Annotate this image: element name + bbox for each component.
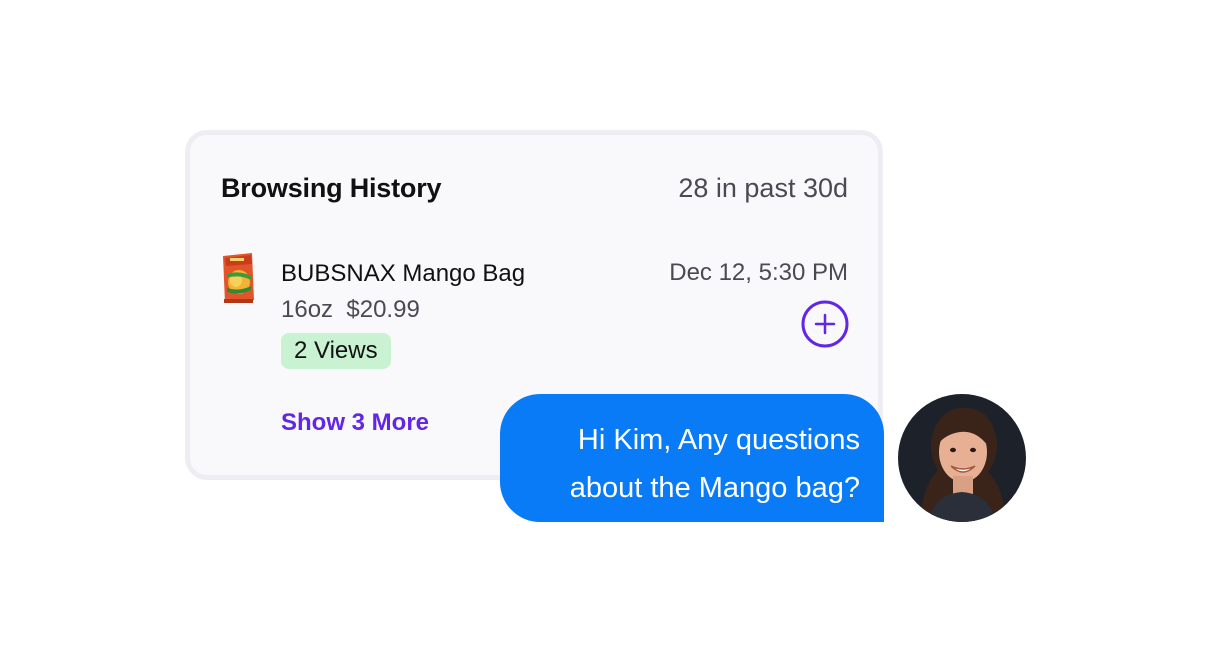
- stage: Browsing History 28 in past 30d BUBSNAX …: [0, 0, 1212, 652]
- add-product-button[interactable]: [801, 300, 849, 348]
- view-timestamp: Dec 12, 5:30 PM: [669, 259, 848, 286]
- chat-message-line-2: about the Mango bag?: [569, 472, 860, 504]
- product-name[interactable]: BUBSNAX Mango Bag: [281, 260, 525, 288]
- history-count: 28 in past 30d: [678, 173, 848, 203]
- product-thumbnail-icon[interactable]: [221, 252, 255, 304]
- chat-message-bubble: Hi Kim, Any questions about the Mango ba…: [500, 394, 884, 522]
- agent-avatar[interactable]: [898, 394, 1026, 522]
- views-badge: 2 Views: [281, 333, 391, 369]
- chat-message-line-1: Hi Kim, Any questions: [577, 424, 860, 456]
- card-title: Browsing History: [221, 173, 442, 203]
- show-more-link[interactable]: Show 3 More: [281, 409, 429, 437]
- product-size-price: 16oz $20.99: [281, 296, 420, 323]
- plus-circle-icon: [801, 300, 849, 348]
